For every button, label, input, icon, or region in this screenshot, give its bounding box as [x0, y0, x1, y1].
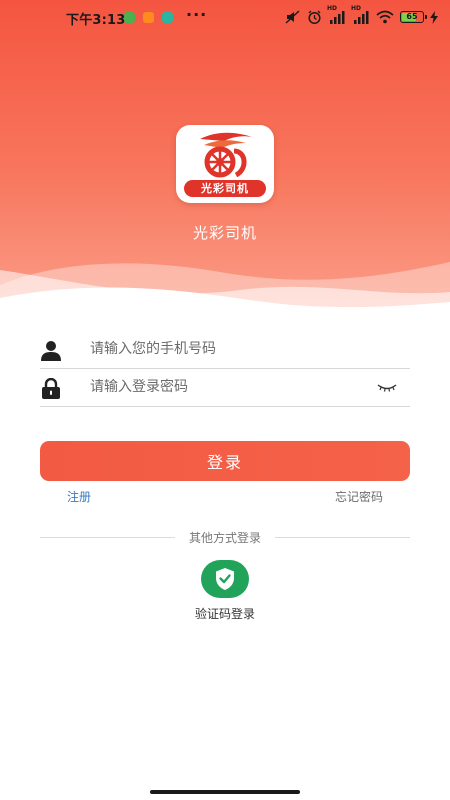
status-icons: HD HD 65: [285, 5, 438, 26]
lock-icon: [40, 377, 62, 400]
cellular-signal-icon-1: HD: [327, 5, 346, 24]
divider-line-right: [275, 537, 410, 538]
cellular-signal-icon-2: HD: [351, 5, 370, 24]
notification-app-icon: [143, 12, 154, 23]
login-button[interactable]: 登录: [40, 441, 410, 481]
forgot-password-link[interactable]: 忘记密码: [335, 488, 383, 505]
app-logo: 光彩司机: [176, 125, 274, 203]
other-login-label: 其他方式登录: [188, 531, 261, 545]
password-visibility-toggle[interactable]: [376, 380, 398, 394]
status-bar: 下午3:13 ··· HD HD 65: [0, 0, 450, 34]
app-name: 光彩司机: [192, 224, 257, 242]
password-field: [40, 368, 410, 407]
logo-text: 光彩司机: [184, 180, 266, 197]
alarm-icon: [307, 10, 322, 25]
login-screen: 下午3:13 ··· HD HD 65 光彩司机 光彩司机 请输入您的手机号码 …: [0, 0, 450, 800]
status-time: 下午3:13: [66, 13, 126, 28]
network-hd-label-2: HD: [351, 5, 362, 12]
eye-closed-icon: [377, 384, 397, 392]
user-icon: [40, 340, 62, 362]
battery-icon: 65: [400, 11, 427, 23]
sms-login-icon-circle: [201, 560, 249, 598]
phone-input[interactable]: [90, 334, 380, 364]
password-input[interactable]: [90, 372, 380, 402]
other-login-divider: 其他方式登录: [40, 530, 410, 546]
network-hd-label-1: HD: [327, 5, 338, 12]
home-indicator[interactable]: [150, 790, 300, 794]
mute-icon: [285, 10, 301, 24]
battery-level: 65: [406, 12, 418, 21]
wifi-icon: [376, 10, 394, 24]
phone-field: [40, 330, 410, 369]
sms-login-label: 验证码登录: [194, 607, 255, 621]
register-link[interactable]: 注册: [67, 488, 91, 505]
sms-code-login-button[interactable]: 验证码登录: [175, 558, 275, 624]
notification-shield-icon: [162, 12, 173, 23]
shield-check-icon: [216, 568, 234, 590]
more-notifications-icon: ···: [186, 5, 208, 24]
charging-bolt-icon: [430, 10, 438, 24]
wave-decoration: [0, 262, 450, 320]
notification-message-icon: [124, 12, 135, 23]
